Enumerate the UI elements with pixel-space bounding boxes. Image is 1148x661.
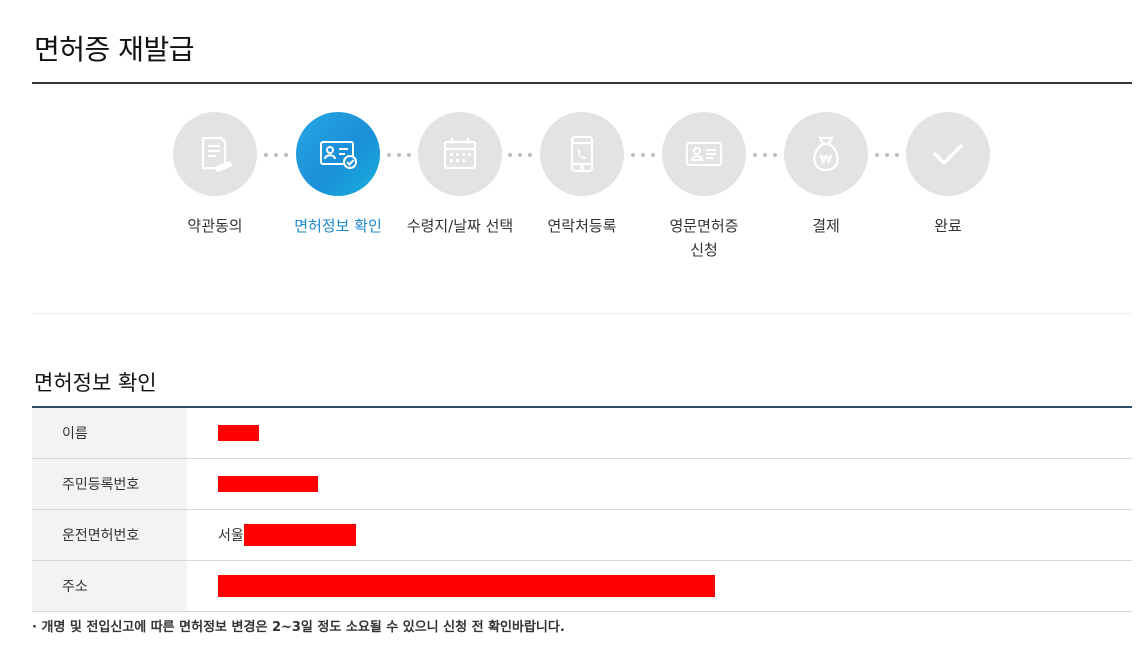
page-title: 면허증 재발급 <box>34 33 194 66</box>
row-label-resident-number: 주민등록번호 <box>32 459 187 509</box>
step-payment: ₩ 결제 <box>761 112 891 238</box>
calendar-icon <box>443 138 477 170</box>
id-card-icon <box>686 142 722 166</box>
row-value-name <box>187 408 1132 458</box>
info-change-note: · 개명 및 전입신고에 따른 면허정보 변경은 2~3일 정도 소요될 수 있… <box>32 620 565 635</box>
svg-text:₩: ₩ <box>820 153 832 166</box>
table-row: 이름 <box>32 408 1132 459</box>
step-label: 결제 <box>812 217 840 235</box>
row-value-address <box>187 561 1132 611</box>
step-circle <box>296 112 380 196</box>
step-circle: ₩ <box>784 112 868 196</box>
license-region-text: 서울 <box>218 528 244 544</box>
step-english-license: 영문면허증 신청 <box>639 112 769 262</box>
redacted-value <box>218 425 259 441</box>
step-circle <box>173 112 257 196</box>
title-divider <box>32 82 1132 84</box>
row-label-license-number: 운전면허번호 <box>32 510 187 560</box>
row-value-resident-number <box>187 459 1132 509</box>
table-row: 운전면허번호 서울 <box>32 510 1132 561</box>
row-value-license-number: 서울 <box>187 510 1132 560</box>
step-label: 약관동의 <box>187 217 243 235</box>
money-bag-icon: ₩ <box>813 136 839 172</box>
step-label: 연락처등록 <box>547 217 617 235</box>
step-label: 수령지/날짜 선택 <box>406 217 514 235</box>
table-row: 주민등록번호 <box>32 459 1132 510</box>
step-terms: 약관동의 <box>150 112 280 238</box>
step-progress: 약관동의 면허정보 확인 수령지/날짜 선택 연락처등록 영문면허증 신청 ₩ … <box>0 112 1148 302</box>
redacted-value <box>218 476 318 492</box>
phone-icon <box>570 135 594 173</box>
step-complete: 완료 <box>883 112 1013 238</box>
step-circle <box>418 112 502 196</box>
step-circle <box>662 112 746 196</box>
row-label-address: 주소 <box>32 561 187 611</box>
step-circle <box>540 112 624 196</box>
table-row: 주소 <box>32 561 1132 612</box>
section-divider <box>32 313 1132 314</box>
redacted-value <box>243 524 356 546</box>
document-sign-icon <box>201 136 233 173</box>
step-label: 면허정보 확인 <box>294 217 382 235</box>
step-license-check: 면허정보 확인 <box>273 112 403 238</box>
step-contact: 연락처등록 <box>517 112 647 238</box>
license-info-table: 이름 주민등록번호 운전면허번호 서울 주소 <box>32 406 1132 612</box>
row-label-name: 이름 <box>32 408 187 458</box>
step-label: 완료 <box>934 217 962 235</box>
redacted-value <box>218 575 715 597</box>
step-label: 영문면허증 신청 <box>669 217 739 259</box>
section-title: 면허정보 확인 <box>34 371 157 395</box>
step-pickup-date: 수령지/날짜 선택 <box>395 112 525 238</box>
license-check-icon <box>320 141 357 169</box>
checkmark-icon <box>933 144 963 165</box>
step-circle <box>906 112 990 196</box>
